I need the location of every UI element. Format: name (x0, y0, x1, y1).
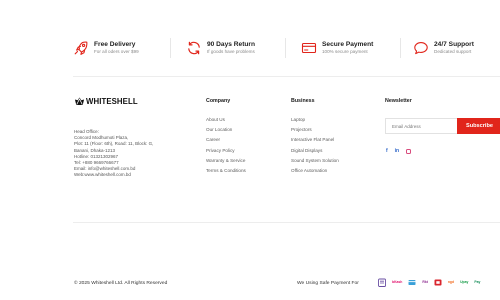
payment-methods: bKash Rkt ngd Upay Pay (378, 278, 486, 287)
linkedin-icon[interactable]: in (395, 148, 399, 154)
card-icon (408, 278, 416, 287)
newsletter-heading: Newsletter (385, 98, 412, 104)
company-heading: Company (206, 98, 231, 104)
chat-bubble-icon (413, 40, 429, 56)
website: Web:www.whiteshell.com.bd (74, 172, 131, 178)
feature-title: Secure Payment (322, 40, 374, 48)
link-career[interactable]: Career (206, 135, 246, 145)
company-address: Head Office: Concord Modhumoti Plaza, Pl… (74, 129, 178, 179)
feature-subtitle: For all oders over $99 (94, 48, 139, 54)
social-links: f in (386, 148, 418, 154)
link-laptop[interactable]: Laptop (291, 115, 339, 125)
feature-title: Free Delivery (94, 40, 136, 48)
pay-wallet-icon: Pay (474, 279, 481, 284)
link-our-location[interactable]: Our Location (206, 125, 246, 135)
business-links: Laptop Projectors Interactive Flat Panel… (291, 115, 339, 176)
feature-subtitle: 100% secure payment (322, 48, 368, 54)
link-warranty-service[interactable]: Warranty & Service (206, 156, 246, 166)
facebook-icon[interactable]: f (386, 148, 388, 154)
safe-payment-label: We Using Safe Payment For (297, 281, 359, 286)
company-links: About Us Our Location Career Privacy Pol… (206, 115, 246, 176)
dbbl-icon (434, 278, 442, 287)
feature-return: 90 Days Return If goods have problems (186, 38, 255, 58)
subscribe-button[interactable]: Subscribe (457, 118, 500, 134)
features-strip: Free Delivery For all oders over $99 90 … (73, 38, 500, 58)
brand-name: WHITESHELL (86, 97, 138, 106)
rocket-icon (73, 40, 89, 56)
feature-title: 90 Days Return (207, 40, 256, 48)
feature-divider (170, 38, 171, 58)
credit-card-icon (301, 40, 317, 56)
business-heading: Business (291, 98, 315, 104)
footer-divider (73, 222, 500, 223)
link-privacy-policy[interactable]: Privacy Policy (206, 146, 246, 156)
feature-divider (400, 38, 401, 58)
link-about-us[interactable]: About Us (206, 115, 246, 125)
shell-logo-icon (74, 97, 85, 105)
brand-logo[interactable]: WHITESHELL (74, 96, 138, 107)
cash-on-delivery-icon (378, 278, 386, 287)
rocket-pay-icon: Rkt (422, 279, 428, 284)
instagram-icon[interactable] (406, 149, 412, 154)
feature-support: 24/7 Support Dedicated support (413, 38, 474, 58)
link-projectors[interactable]: Projectors (291, 125, 339, 135)
feature-subtitle: Dedicated support (434, 48, 472, 54)
nagad-icon: ngd (447, 279, 455, 284)
feature-title: 24/7 Support (434, 40, 474, 48)
bkash-icon: bKash (392, 279, 403, 284)
link-terms-conditions[interactable]: Terms & Conditions (206, 166, 246, 176)
newsletter-form: Subscribe (385, 118, 500, 134)
link-office-automation[interactable]: Office Automation (291, 166, 339, 176)
feature-free-delivery: Free Delivery For all oders over $99 (73, 38, 139, 58)
link-digital-displays[interactable]: Digital Displays (291, 146, 339, 156)
copyright-text: © 2025 Whiteshell Ltd. All Rights Reserv… (74, 281, 168, 286)
link-interactive-flat-panel[interactable]: Interactive Flat Panel (291, 135, 339, 145)
feature-divider (285, 38, 286, 58)
newsletter-email-input[interactable] (385, 118, 457, 134)
feature-subtitle: If goods have problems (207, 48, 255, 54)
section-divider (73, 76, 500, 77)
upay-icon: Upay (460, 279, 469, 284)
link-sound-system-solution[interactable]: Sound System Solution (291, 156, 339, 166)
feature-secure-payment: Secure Payment 100% secure payment (301, 38, 373, 58)
refresh-icon (186, 40, 202, 56)
